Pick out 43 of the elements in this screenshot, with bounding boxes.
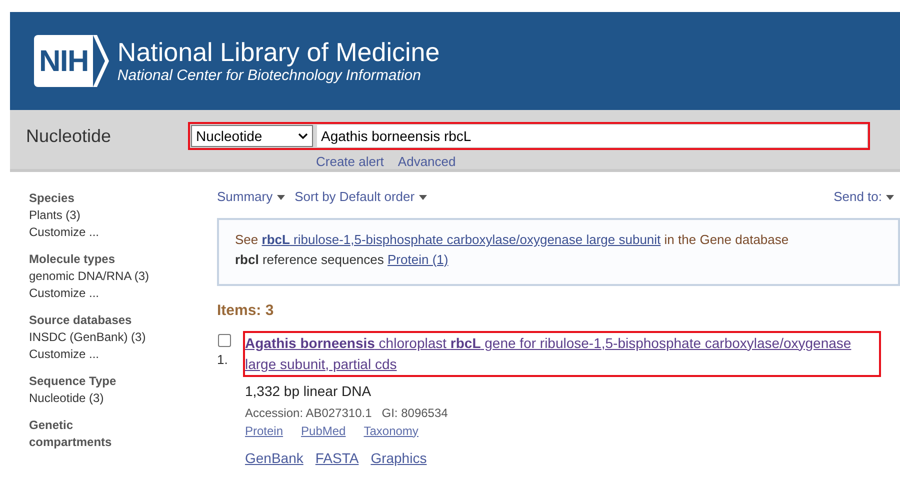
result-title-link[interactable]: Agathis borneensis chloroplast rbcL gene for ribulose-1,5-bisphosphate carboxylase/oxygenase large subunit, partial cds bbox=[243, 330, 881, 376]
filter-link[interactable]: Plants (3) bbox=[29, 207, 217, 224]
format-menu[interactable]: Summary bbox=[217, 187, 285, 207]
gene-link[interactable]: rbcL ribulose-1,5-bisphosphate carboxylase/oxygenase large subunit bbox=[262, 232, 661, 247]
search-link[interactable]: Create alert bbox=[316, 152, 384, 172]
filter-link[interactable]: INSDC (GenBank) (3) bbox=[29, 329, 217, 346]
related-link[interactable]: Taxonomy bbox=[364, 422, 418, 440]
filter-heading: Genetic compartments bbox=[29, 417, 113, 451]
filter-heading: Sequence Type bbox=[29, 373, 118, 390]
filter-link[interactable]: Customize ... bbox=[29, 346, 217, 363]
related-link[interactable]: Protein bbox=[245, 422, 284, 440]
related-link[interactable]: PubMed bbox=[301, 422, 346, 440]
protein-link[interactable]: Protein (1) bbox=[388, 252, 448, 267]
filter-link[interactable]: Nucleotide (3) bbox=[29, 390, 217, 407]
send-to-menu[interactable]: Send to: bbox=[834, 187, 894, 207]
gene-info-text: See rbcL ribulose-1,5-bisphosphate carboxylase/oxygenase large subunit in the Gene database bbox=[235, 231, 790, 249]
format-link[interactable]: GenBank bbox=[245, 448, 304, 468]
database-select[interactable]: Nucleotide bbox=[191, 125, 313, 147]
filter-heading: Species bbox=[29, 190, 76, 207]
result-description: 1,332 bp linear DNA bbox=[245, 382, 372, 401]
sort-menu[interactable]: Sort by Default order bbox=[294, 187, 427, 207]
site-subtitle: National Center for Biotechnology Information bbox=[117, 67, 422, 85]
result-number: 1. bbox=[217, 350, 228, 368]
format-link[interactable]: FASTA bbox=[315, 448, 359, 468]
format-link[interactable]: Graphics bbox=[370, 448, 427, 468]
filter-link[interactable]: Customize ... bbox=[29, 285, 217, 302]
caret-icon bbox=[276, 195, 285, 200]
filter-link[interactable]: Customize ... bbox=[29, 224, 217, 241]
filter-heading: Molecule types bbox=[29, 251, 116, 268]
accession-text: Accession: AB027310.1 GI: 8096534 bbox=[245, 404, 449, 422]
caret-icon bbox=[418, 195, 427, 200]
caret-icon bbox=[886, 195, 894, 200]
database-name: Nucleotide bbox=[25, 125, 112, 148]
chevron-icon bbox=[298, 132, 308, 140]
items-count: Items: 3 bbox=[217, 301, 275, 321]
filter-link[interactable]: genomic DNA/RNA (3) bbox=[29, 268, 217, 285]
reference-text: rbcl reference sequences Protein (1) bbox=[235, 251, 450, 269]
result-checkbox[interactable] bbox=[218, 334, 231, 346]
search-link[interactable]: Advanced bbox=[398, 152, 456, 172]
filter-heading: Source databases bbox=[29, 312, 133, 329]
search-input[interactable]: Agathis borneensis rbcL bbox=[317, 125, 867, 147]
nih-logo: NIH bbox=[34, 35, 110, 87]
site-title: National Library of Medicine bbox=[117, 37, 440, 67]
